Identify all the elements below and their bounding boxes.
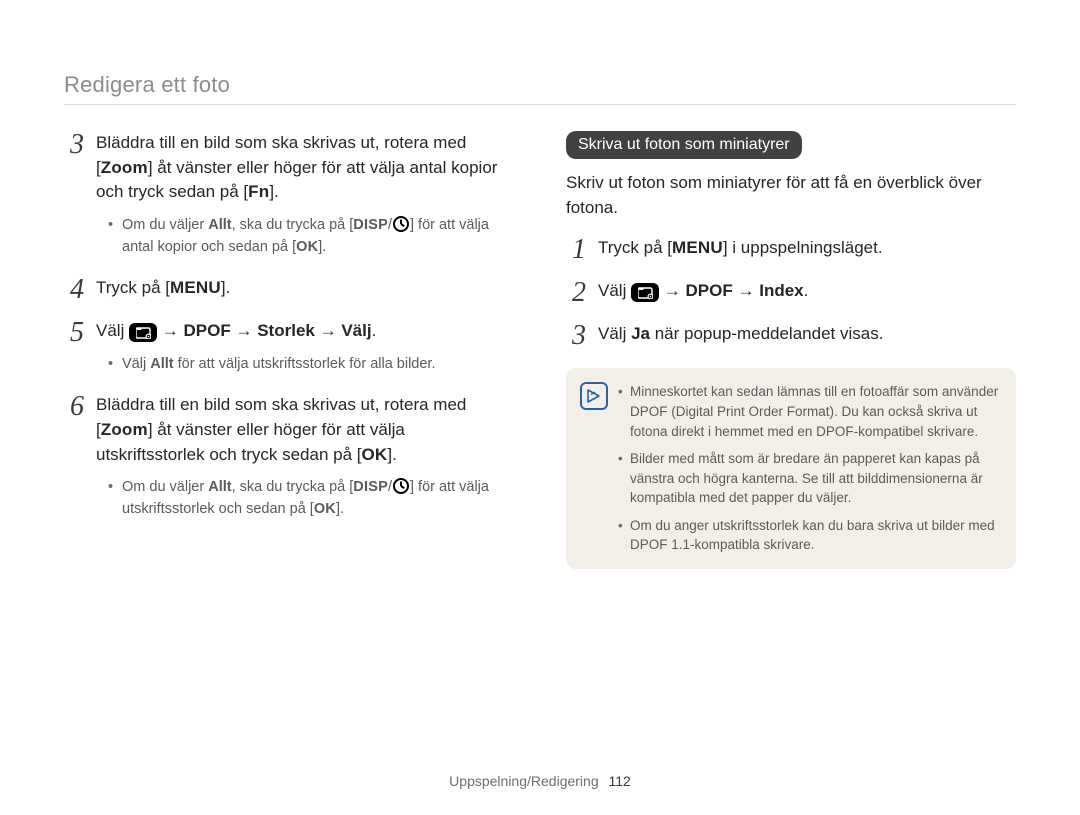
list-item: Om du anger utskriftsstorlek kan du bara… [618,516,1000,555]
sub-bullet-list: Om du väljer Allt, ska du trycka på [DIS… [108,477,514,521]
text: Välj [598,324,631,343]
text: Om du väljer [122,217,208,233]
key-zoom: Zoom [101,158,148,177]
text: Om du väljer [122,479,208,495]
key-ok: OK [296,239,318,255]
bold-allt: Allt [208,217,231,233]
step-body: Välj Ja när popup-meddelandet visas. [598,322,1016,347]
text: , ska du trycka på [ [232,217,354,233]
text: Välj [598,281,631,300]
key-ok: OK [362,445,388,464]
text: → [157,321,183,340]
bold-allt: Allt [150,356,173,372]
step-4: 4 Tryck på [MENU]. [64,276,514,301]
file-icon [631,283,659,302]
text: . [804,281,809,300]
file-icon [129,323,157,342]
manual-page: Redigera ett foto 3 Bläddra till en bild… [0,0,1080,815]
text: ]. [221,278,230,297]
text: ] i uppspelningsläget. [723,238,883,257]
text: för att välja utskriftsstorlek för alla … [174,356,436,372]
step-number: 3 [64,125,90,166]
bold-allt: Allt [208,479,231,495]
note-icon [580,382,608,410]
timer-icon [392,477,410,495]
bold-dpof: DPOF [184,321,231,340]
text: när popup-meddelandet visas. [650,324,883,343]
text: ] åt vänster eller höger för att välja a… [96,158,497,202]
list-item: Om du väljer Allt, ska du trycka på [DIS… [108,477,514,521]
step-body: Välj → DPOF → Index. [598,279,1016,304]
step-3: 3 Bläddra till en bild som ska skrivas u… [64,131,514,258]
step-5: 5 Välj → DPOF → Storlek → Välj. Välj All… [64,319,514,375]
step-1: 1 Tryck på [MENU] i uppspelningsläget. [566,236,1016,261]
text: , ska du trycka på [ [232,479,354,495]
page-number: 112 [609,773,631,789]
step-number: 6 [64,387,90,428]
step-body: Välj → DPOF → Storlek → Välj. Välj Allt … [96,319,514,375]
text: ]. [387,445,396,464]
text: Tryck på [ [598,238,672,257]
sub-bullet-list: Om du väljer Allt, ska du trycka på [DIS… [108,215,514,259]
step-body: Bläddra till en bild som ska skrivas ut,… [96,393,514,520]
step-number: 3 [566,316,592,357]
list-item: Välj Allt för att välja utskriftsstorlek… [108,354,514,376]
section-intro: Skriv ut foton som miniatyrer för att få… [566,171,1016,220]
step-number: 2 [566,273,592,314]
bold-valj: Välj [341,321,371,340]
page-footer: Uppspelning/Redigering 112 [0,773,1080,789]
section-heading: Skriva ut foton som miniatyrer [566,131,802,159]
text: Välj [122,356,150,372]
footer-section: Uppspelning/Redigering [449,773,598,789]
bold-dpof: DPOF [686,281,733,300]
text: → [733,281,759,300]
bold-storlek: Storlek [257,321,315,340]
step-number: 5 [64,313,90,354]
note-list: Minneskortet kan sedan lämnas till en fo… [618,382,1000,555]
text: Välj [96,321,129,340]
sub-bullet-list: Välj Allt för att välja utskriftsstorlek… [108,354,514,376]
key-zoom: Zoom [101,420,148,439]
text: ]. [336,501,344,517]
title-rule [64,104,1016,105]
text: . [372,321,377,340]
text: ]. [269,182,278,201]
step-number: 4 [64,270,90,311]
text: Tryck på [ [96,278,170,297]
content-columns: 3 Bläddra till en bild som ska skrivas u… [64,131,1016,569]
key-menu: MENU [672,238,723,257]
timer-icon [392,215,410,233]
key-menu: MENU [170,278,221,297]
text: → [315,321,341,340]
note-box: Minneskortet kan sedan lämnas till en fo… [566,368,1016,569]
list-item: Minneskortet kan sedan lämnas till en fo… [618,382,1000,441]
step-2: 2 Välj → DPOF → Index. [566,279,1016,304]
step-3: 3 Välj Ja när popup-meddelandet visas. [566,322,1016,347]
text: → [659,281,685,300]
left-column: 3 Bläddra till en bild som ska skrivas u… [64,131,514,569]
step-body: Tryck på [MENU]. [96,276,514,301]
step-6: 6 Bläddra till en bild som ska skrivas u… [64,393,514,520]
bold-ja: Ja [631,324,650,343]
text: → [231,321,257,340]
list-item: Bilder med mått som är bredare än papper… [618,449,1000,508]
right-column: Skriva ut foton som miniatyrer Skriv ut … [566,131,1016,569]
bold-index: Index [759,281,803,300]
step-number: 1 [566,230,592,271]
key-disp: DISP [353,479,388,495]
key-ok: OK [314,501,336,517]
key-disp: DISP [353,217,388,233]
key-fn: Fn [248,182,269,201]
list-item: Om du väljer Allt, ska du trycka på [DIS… [108,215,514,259]
page-title: Redigera ett foto [64,72,1016,98]
step-body: Bläddra till en bild som ska skrivas ut,… [96,131,514,258]
text: ]. [318,239,326,255]
step-body: Tryck på [MENU] i uppspelningsläget. [598,236,1016,261]
